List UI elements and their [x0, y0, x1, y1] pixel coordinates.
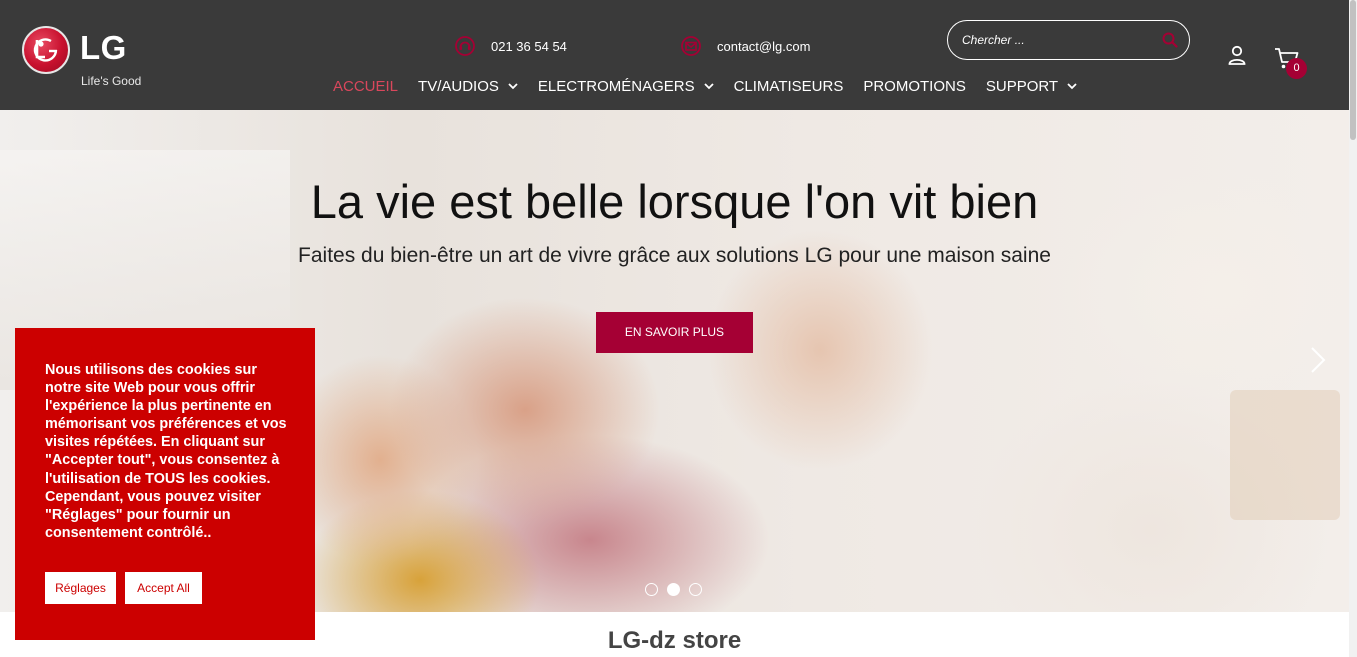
cookie-consent-banner: Nous utilisons des cookies sur notre sit… [15, 328, 315, 640]
user-icon[interactable] [1226, 44, 1248, 66]
nav-item-electromenagers[interactable]: ELECTROMÉNAGERS [538, 78, 714, 95]
scrollbar-thumb[interactable] [1350, 0, 1356, 140]
main-nav: ACCUEIL TV/AUDIOS ELECTROMÉNAGERS CLIMAT… [333, 75, 1097, 97]
nav-item-label: TV/AUDIOS [418, 77, 499, 95]
nav-item-climatiseurs[interactable]: CLIMATISEURS [734, 78, 844, 95]
slider-dot-3[interactable] [689, 583, 702, 596]
hero-background-furniture [1230, 390, 1340, 520]
search-icon[interactable] [1161, 31, 1179, 49]
search-input[interactable] [962, 30, 1152, 50]
envelope-icon [681, 36, 701, 56]
chevron-down-icon [703, 82, 714, 89]
cookie-accept-all-button[interactable]: Accept All [125, 572, 202, 604]
nav-item-tv-audios[interactable]: TV/AUDIOS [418, 78, 518, 95]
nav-item-label: SUPPORT [985, 77, 1059, 95]
search-box [947, 20, 1190, 60]
nav-item-support[interactable]: SUPPORT [986, 78, 1077, 95]
email-address: contact@lg.com [717, 38, 811, 54]
slider-dot-2[interactable] [667, 583, 680, 596]
cart-count-badge: 0 [1286, 58, 1307, 79]
nav-item-label: PROMOTIONS [863, 77, 966, 95]
site-header: LG Life's Good 021 36 54 54 contact@lg.c… [0, 0, 1349, 110]
lg-logo-icon [22, 26, 70, 74]
lg-logo[interactable]: LG Life's Good [22, 26, 162, 90]
page-scrollbar[interactable] [1349, 0, 1357, 657]
hero-subtitle: Faites du bien-être un art de vivre grâc… [298, 244, 1051, 267]
hero-title: La vie est belle lorsque l'on vit bien [310, 175, 1039, 228]
slider-dots [645, 583, 711, 596]
headset-icon [455, 36, 475, 56]
nav-item-label: ACCUEIL [333, 77, 399, 95]
logo-tagline: Life's Good [81, 74, 142, 88]
nav-item-label: CLIMATISEURS [733, 77, 844, 95]
nav-item-accueil[interactable]: ACCUEIL [333, 78, 398, 95]
contact-email[interactable]: contact@lg.com [681, 31, 810, 61]
chevron-right-icon[interactable] [1308, 346, 1328, 374]
nav-item-promotions[interactable]: PROMOTIONS [863, 78, 966, 95]
cookie-settings-button[interactable]: Réglages [45, 572, 116, 604]
contact-phone[interactable]: 021 36 54 54 [455, 31, 567, 61]
slider-dot-1[interactable] [645, 583, 658, 596]
cookie-message: Nous utilisons des cookies sur notre sit… [45, 362, 287, 541]
chevron-down-icon [508, 82, 518, 89]
nav-item-label: ELECTROMÉNAGERS [537, 77, 695, 95]
learn-more-button[interactable]: EN SAVOIR PLUS [596, 312, 753, 353]
chevron-down-icon [1067, 82, 1077, 89]
logo-wordmark: LG [80, 29, 127, 66]
phone-number: 021 36 54 54 [491, 38, 567, 54]
